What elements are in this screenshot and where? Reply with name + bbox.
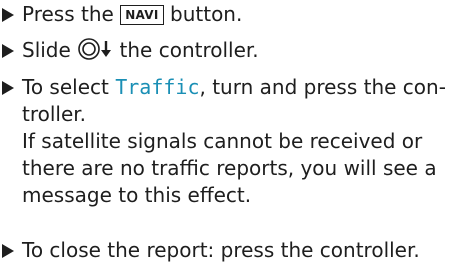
bullet-triangle-icon: [2, 81, 14, 95]
instruction-list: Press the NAVI button. Slide the control…: [0, 0, 465, 264]
bullet-triangle-icon: [2, 8, 14, 22]
step-press-navi: Press the NAVI button.: [0, 1, 465, 28]
step-1-text-before: Press the: [22, 2, 114, 26]
step-2-text-after: the controller.: [119, 38, 259, 62]
controller-slide-down-icon: [78, 38, 112, 60]
bullet-triangle-icon: [2, 244, 14, 258]
step-select-traffic: To select Traffic, turn and press the co…: [0, 74, 465, 209]
step-2-text-before: Slide: [22, 38, 71, 62]
step-4-text: To close the report: press the controlle…: [22, 238, 420, 262]
step-3-note-line-2: there are no traffic reports, you will s…: [22, 156, 437, 180]
bullet-triangle-icon: [2, 44, 14, 58]
step-3-note-line-3: message to this effect.: [22, 183, 252, 207]
navi-key-label: NAVI: [120, 5, 164, 25]
traffic-menu-item-highlight: Traffic: [115, 75, 200, 99]
step-3-text-before: To select: [22, 75, 109, 99]
step-3-note-line-1: If satellite signals cannot be received …: [22, 129, 423, 153]
step-slide-controller: Slide the controller.: [0, 37, 465, 64]
step-3-text-after: , turn and press the con-: [199, 75, 446, 99]
step-close-report: To close the report: press the controlle…: [0, 237, 465, 264]
step-3-continuation: troller.: [22, 102, 87, 126]
step-1-text-after: button.: [170, 2, 243, 26]
